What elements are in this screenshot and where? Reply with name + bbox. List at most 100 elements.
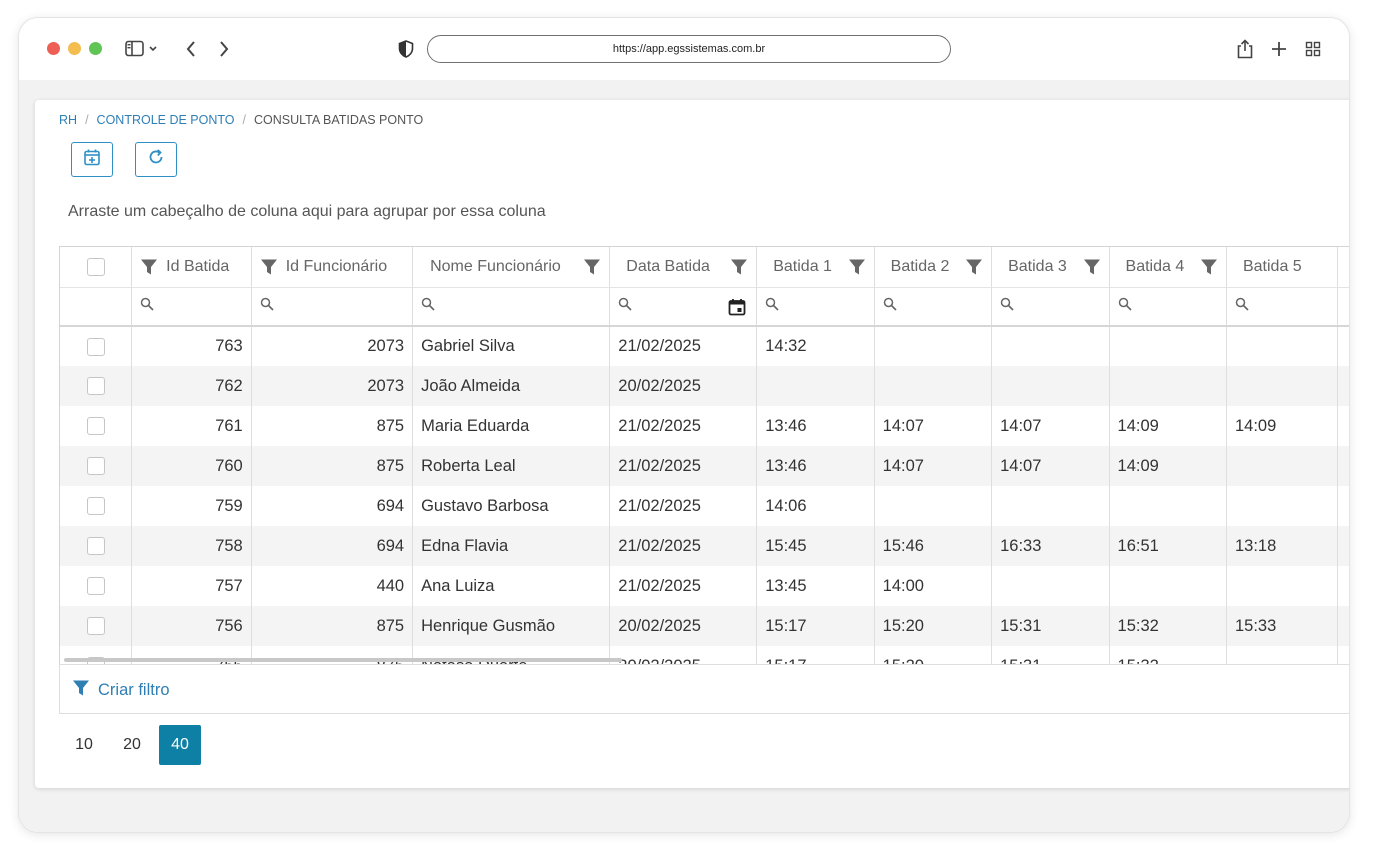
search-icon	[1000, 297, 1014, 315]
cell-data-batida: 21/02/2025	[609, 566, 758, 606]
filter-cell-nome-funcionario[interactable]	[412, 287, 611, 327]
column-label: Batida 4	[1125, 257, 1185, 275]
column-header-batida-4[interactable]: Batida 4	[1109, 247, 1227, 288]
page-size-20[interactable]: 20	[111, 725, 153, 765]
cell-batida-5	[1226, 446, 1339, 486]
cell-batida-4	[1109, 326, 1227, 366]
filter-cell-batida-1[interactable]	[756, 287, 875, 327]
filter-icon[interactable]	[965, 258, 983, 276]
cell-overflow	[1337, 446, 1349, 486]
row-checkbox[interactable]	[86, 457, 105, 475]
select-all-cell	[60, 247, 133, 288]
header-row: Id Batida Id Funcionário Nome Funcionári…	[60, 247, 1349, 288]
breadcrumb-rh[interactable]: RH	[59, 113, 77, 127]
horizontal-scrollbar[interactable]	[64, 658, 622, 662]
table-row[interactable]: 757 440 Ana Luiza 21/02/2025 13:45 14:00	[60, 566, 1349, 606]
table-row[interactable]: 761 875 Maria Eduarda 21/02/2025 13:46 14:07 1…	[60, 406, 1349, 446]
minimize-window-button[interactable]	[68, 42, 81, 55]
column-header-id-batida[interactable]: Id Batida	[131, 247, 252, 288]
cell-batida-5: 15:33	[1226, 606, 1339, 646]
row-checkbox[interactable]	[86, 577, 105, 595]
cell-overflow	[1337, 326, 1349, 366]
maximize-window-button[interactable]	[89, 42, 102, 55]
create-filter-button[interactable]: Criar filtro	[72, 679, 170, 702]
cell-batida-3: 14:07	[991, 406, 1110, 446]
cell-data-batida: 21/02/2025	[609, 526, 758, 566]
cell-batida-1	[756, 366, 875, 406]
cell-batida-4: 14:09	[1109, 446, 1227, 486]
close-window-button[interactable]	[47, 42, 60, 55]
filter-cell-batida-2[interactable]	[874, 287, 993, 327]
back-icon[interactable]	[180, 38, 202, 60]
row-checkbox[interactable]	[86, 617, 105, 635]
cell-data-batida: 20/02/2025	[609, 366, 758, 406]
cell-overflow	[1337, 526, 1349, 566]
forward-icon[interactable]	[213, 38, 235, 60]
filter-icon[interactable]	[1083, 258, 1101, 276]
column-header-batida-3[interactable]: Batida 3	[991, 247, 1110, 288]
cell-batida-2: 14:00	[874, 566, 993, 606]
calendar-plus-icon	[83, 148, 101, 171]
filter-cell-batida-3[interactable]	[991, 287, 1110, 327]
column-header-nome-funcionario[interactable]: Nome Funcionário	[412, 247, 611, 288]
table-row[interactable]: 763 2073 Gabriel Silva 21/02/2025 14:32	[60, 326, 1349, 366]
filter-cell-id-funcionario[interactable]	[251, 287, 414, 327]
column-header-data-batida[interactable]: Data Batida	[609, 247, 758, 288]
cell-id-batida: 759	[131, 486, 252, 526]
breadcrumb-controle-de-ponto[interactable]: CONTROLE DE PONTO	[97, 113, 235, 127]
table-row[interactable]: 762 2073 João Almeida 20/02/2025	[60, 366, 1349, 406]
add-date-button[interactable]	[71, 142, 113, 177]
table-row[interactable]: 758 694 Edna Flavia 21/02/2025 15:45 15:46 16:…	[60, 526, 1349, 566]
select-all-checkbox[interactable]	[86, 257, 105, 276]
search-icon	[1118, 297, 1132, 315]
cell-data-batida: 21/02/2025	[609, 446, 758, 486]
column-header-id-funcionario[interactable]: Id Funcionário	[251, 247, 414, 288]
cell-nome-funcionario: Maria Eduarda	[412, 406, 611, 446]
filter-icon[interactable]	[583, 258, 601, 276]
cell-batida-2: 15:20	[874, 606, 993, 646]
table-row[interactable]: 760 875 Roberta Leal 21/02/2025 13:46 14:07 14…	[60, 446, 1349, 486]
address-bar[interactable]: https://app.egssistemas.com.br	[427, 35, 951, 63]
filter-icon[interactable]	[1200, 258, 1218, 276]
cell-overflow	[1337, 566, 1349, 606]
breadcrumb-current: CONSULTA BATIDAS PONTO	[254, 113, 424, 127]
sidebar-toggle-icon[interactable]	[125, 38, 161, 60]
shield-icon[interactable]	[395, 38, 417, 60]
filter-icon[interactable]	[730, 258, 748, 276]
page-size-40[interactable]: 40	[159, 725, 201, 765]
filter-icon[interactable]	[848, 258, 866, 276]
filter-icon[interactable]	[260, 258, 278, 276]
calendar-icon[interactable]	[728, 298, 746, 321]
row-select-cell	[60, 406, 133, 446]
cell-batida-2	[874, 366, 993, 406]
cell-batida-2: 14:07	[874, 406, 993, 446]
filter-icon[interactable]	[140, 258, 158, 276]
filter-cell-data-batida[interactable]	[609, 287, 758, 327]
main-panel: RH / CONTROLE DE PONTO / CONSULTA BATIDA…	[35, 100, 1349, 788]
cell-batida-4: 15:32	[1109, 606, 1227, 646]
table-row[interactable]: 756 875 Henrique Gusmão 20/02/2025 15:17 15:2…	[60, 606, 1349, 646]
cell-batida-2	[874, 486, 993, 526]
share-icon[interactable]	[1234, 38, 1256, 60]
row-select-cell	[60, 486, 133, 526]
filter-cell-id-batida[interactable]	[131, 287, 252, 327]
filter-cell-batida-4[interactable]	[1109, 287, 1227, 327]
breadcrumb-separator: /	[242, 113, 247, 127]
tab-overview-icon[interactable]	[1302, 38, 1324, 60]
new-tab-icon[interactable]	[1268, 38, 1290, 60]
table-row[interactable]: 759 694 Gustavo Barbosa 21/02/2025 14:06	[60, 486, 1349, 526]
row-checkbox[interactable]	[86, 377, 105, 395]
row-checkbox[interactable]	[86, 497, 105, 515]
column-label: Batida 5	[1242, 257, 1302, 275]
row-checkbox[interactable]	[86, 337, 105, 356]
filter-cell-batida-5[interactable]	[1226, 287, 1339, 327]
column-header-batida-5[interactable]: Batida 5	[1226, 247, 1339, 288]
refresh-button[interactable]	[135, 142, 177, 177]
column-label: Id Batida	[166, 257, 230, 275]
row-checkbox[interactable]	[86, 537, 105, 555]
page-size-10[interactable]: 10	[63, 725, 105, 765]
column-header-batida-2[interactable]: Batida 2	[874, 247, 993, 288]
column-header-batida-1[interactable]: Batida 1	[756, 247, 875, 288]
row-checkbox[interactable]	[86, 417, 105, 435]
data-grid: Id Batida Id Funcionário Nome Funcionári…	[59, 246, 1349, 664]
